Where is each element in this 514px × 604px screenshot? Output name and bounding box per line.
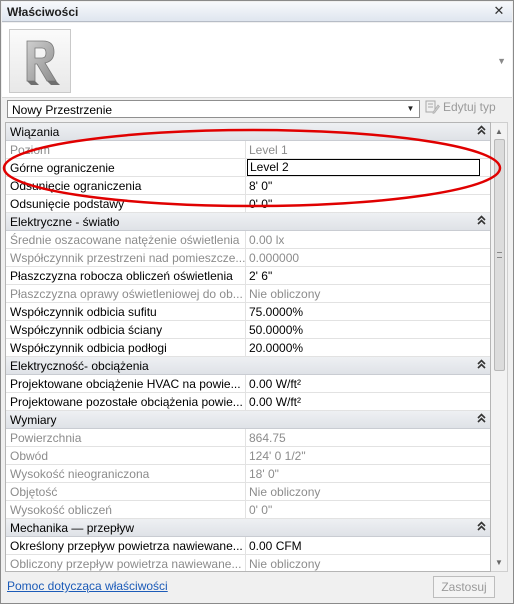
property-name: Górne ograniczenie	[6, 159, 246, 177]
property-value-input[interactable]: Level 2	[247, 159, 480, 176]
triangle-down-icon[interactable]: ▼	[404, 102, 417, 116]
close-icon[interactable]: ✕	[492, 4, 506, 18]
property-value: 0.000000	[249, 251, 300, 265]
group-header[interactable]: Wiązania	[6, 123, 490, 141]
properties-scrollbar[interactable]: ▲ ▼	[491, 122, 508, 572]
property-row[interactable]: Odsunięcie podstawy 0' 0"	[6, 195, 490, 213]
apply-button[interactable]: Zastosuj	[433, 576, 495, 598]
properties-palette: Właściwości ✕ ▼ Nowy Przestrzenie ▼ Edyt…	[0, 0, 514, 604]
property-name: Odsunięcie podstawy	[6, 195, 246, 213]
group-title: Wiązania	[10, 125, 60, 139]
property-value[interactable]: 75.0000%	[247, 303, 490, 321]
property-value: 18' 0"	[249, 467, 279, 481]
property-row: Poziom Level 1	[6, 141, 490, 159]
edit-type-button[interactable]: Edytuj typ	[425, 100, 496, 118]
revit-r-logo-icon	[9, 29, 71, 93]
property-row: Średnie oszacowane natężenie oświetlenia…	[6, 231, 490, 249]
property-value[interactable]: 0.00 W/ft²	[247, 375, 490, 393]
double-chevron-up-icon[interactable]	[477, 123, 486, 141]
property-value: 124' 0 1/2"	[249, 449, 306, 463]
property-value: Level 1	[249, 143, 288, 157]
property-value: 0' 0"	[249, 503, 273, 517]
property-name: Obliczony przepływ powietrza nawiewane..…	[6, 555, 246, 571]
group-title: Mechanika — przepływ	[10, 521, 135, 535]
property-value: Nie obliczony	[249, 287, 321, 301]
property-value[interactable]: 8' 0"	[247, 177, 490, 195]
palette-title: Właściwości	[7, 5, 79, 19]
property-name: Współczynnik odbicia ściany	[6, 321, 246, 339]
property-row[interactable]: Płaszczyzna robocza obliczeń oświetlenia…	[6, 267, 490, 285]
property-row[interactable]: Współczynnik odbicia podłogi 20.0000%	[6, 339, 490, 357]
type-selector-dropdown[interactable]: Nowy Przestrzenie ▼	[7, 100, 420, 118]
property-row: Wysokość obliczeń 0' 0"	[6, 501, 490, 519]
property-row[interactable]: Współczynnik odbicia ściany 50.0000%	[6, 321, 490, 339]
preview-dropdown-arrow-icon[interactable]: ▼	[497, 56, 506, 66]
palette-titlebar: Właściwości ✕	[2, 2, 512, 22]
double-chevron-up-icon[interactable]	[477, 357, 486, 375]
property-row[interactable]: Projektowane obciążenie HVAC na powie...…	[6, 375, 490, 393]
property-value[interactable]: 20.0000%	[247, 339, 490, 357]
property-name: Współczynnik odbicia podłogi	[6, 339, 246, 357]
property-row[interactable]: Współczynnik odbicia sufitu 75.0000%	[6, 303, 490, 321]
scroll-up-icon[interactable]: ▲	[494, 127, 504, 136]
type-selector-value: Nowy Przestrzenie	[12, 103, 113, 117]
property-name: Projektowane pozostałe obciążenia powie.…	[6, 393, 246, 411]
property-value: 0.00 lx	[249, 233, 285, 247]
property-name: Płaszczyzna robocza obliczeń oświetlenia	[6, 267, 246, 285]
property-name: Projektowane obciążenie HVAC na powie...	[6, 375, 246, 393]
double-chevron-up-icon[interactable]	[477, 519, 486, 537]
palette-footer: Pomoc dotycząca właściwości Zastosuj	[2, 572, 512, 603]
scroll-down-icon[interactable]: ▼	[494, 558, 504, 567]
type-selector-bar: Nowy Przestrzenie ▼ Edytuj typ	[2, 98, 512, 120]
double-chevron-up-icon[interactable]	[477, 411, 486, 429]
edit-type-label: Edytuj typ	[443, 100, 496, 114]
property-row: Współczynnik przestrzeni nad pomieszcze.…	[6, 249, 490, 267]
group-title: Elektryczność- obciążenia	[10, 359, 149, 373]
property-name: Powierzchnia	[6, 429, 246, 447]
property-name: Obwód	[6, 447, 246, 465]
property-value: Nie obliczony	[249, 485, 321, 499]
scrollbar-thumb[interactable]	[494, 139, 505, 371]
property-row: Obliczony przepływ powietrza nawiewane..…	[6, 555, 490, 571]
property-value[interactable]: 2' 6"	[247, 267, 490, 285]
property-name: Średnie oszacowane natężenie oświetlenia	[6, 231, 246, 249]
property-value[interactable]: 0.00 W/ft²	[247, 393, 490, 411]
group-title: Elektryczne - światło	[10, 215, 120, 229]
property-row: Wysokość nieograniczona 18' 0"	[6, 465, 490, 483]
properties-help-link[interactable]: Pomoc dotycząca właściwości	[7, 579, 168, 593]
property-name: Płaszczyzna oprawy oświetleniowej do ob.…	[6, 285, 246, 303]
property-value[interactable]: 50.0000%	[247, 321, 490, 339]
group-header[interactable]: Wymiary	[6, 411, 490, 429]
group-header[interactable]: Elektryczne - światło	[6, 213, 490, 231]
property-name: Wysokość obliczeń	[6, 501, 246, 519]
property-name: Określony przepływ powietrza nawiewane..…	[6, 537, 246, 555]
property-name: Odsunięcie ograniczenia	[6, 177, 246, 195]
property-row: Objętość Nie obliczony	[6, 483, 490, 501]
property-row: Obwód 124' 0 1/2"	[6, 447, 490, 465]
properties-grid: Wiązania Poziom Level 1 Górne ograniczenie L…	[5, 122, 491, 572]
property-row: Płaszczyzna oprawy oświetleniowej do ob.…	[6, 285, 490, 303]
property-name: Współczynnik przestrzeni nad pomieszcze.…	[6, 249, 246, 267]
property-name: Objętość	[6, 483, 246, 501]
double-chevron-up-icon[interactable]	[477, 213, 486, 231]
property-row[interactable]: Odsunięcie ograniczenia 8' 0"	[6, 177, 490, 195]
property-value: 864.75	[249, 431, 286, 445]
property-name: Wysokość nieograniczona	[6, 465, 246, 483]
property-value[interactable]: 0.00 CFM	[247, 537, 490, 555]
type-preview: ▼	[2, 23, 512, 98]
property-value: Nie obliczony	[249, 557, 321, 571]
group-title: Wymiary	[10, 413, 57, 427]
property-name: Współczynnik odbicia sufitu	[6, 303, 246, 321]
group-header[interactable]: Elektryczność- obciążenia	[6, 357, 490, 375]
property-row[interactable]: Projektowane pozostałe obciążenia powie.…	[6, 393, 490, 411]
property-name: Poziom	[6, 141, 246, 159]
property-row[interactable]: Górne ograniczenie Level 2	[6, 159, 490, 177]
property-row[interactable]: Określony przepływ powietrza nawiewane..…	[6, 537, 490, 555]
edit-type-icon	[425, 100, 440, 114]
group-header[interactable]: Mechanika — przepływ	[6, 519, 490, 537]
property-value[interactable]: 0' 0"	[247, 195, 490, 213]
property-row: Powierzchnia 864.75	[6, 429, 490, 447]
